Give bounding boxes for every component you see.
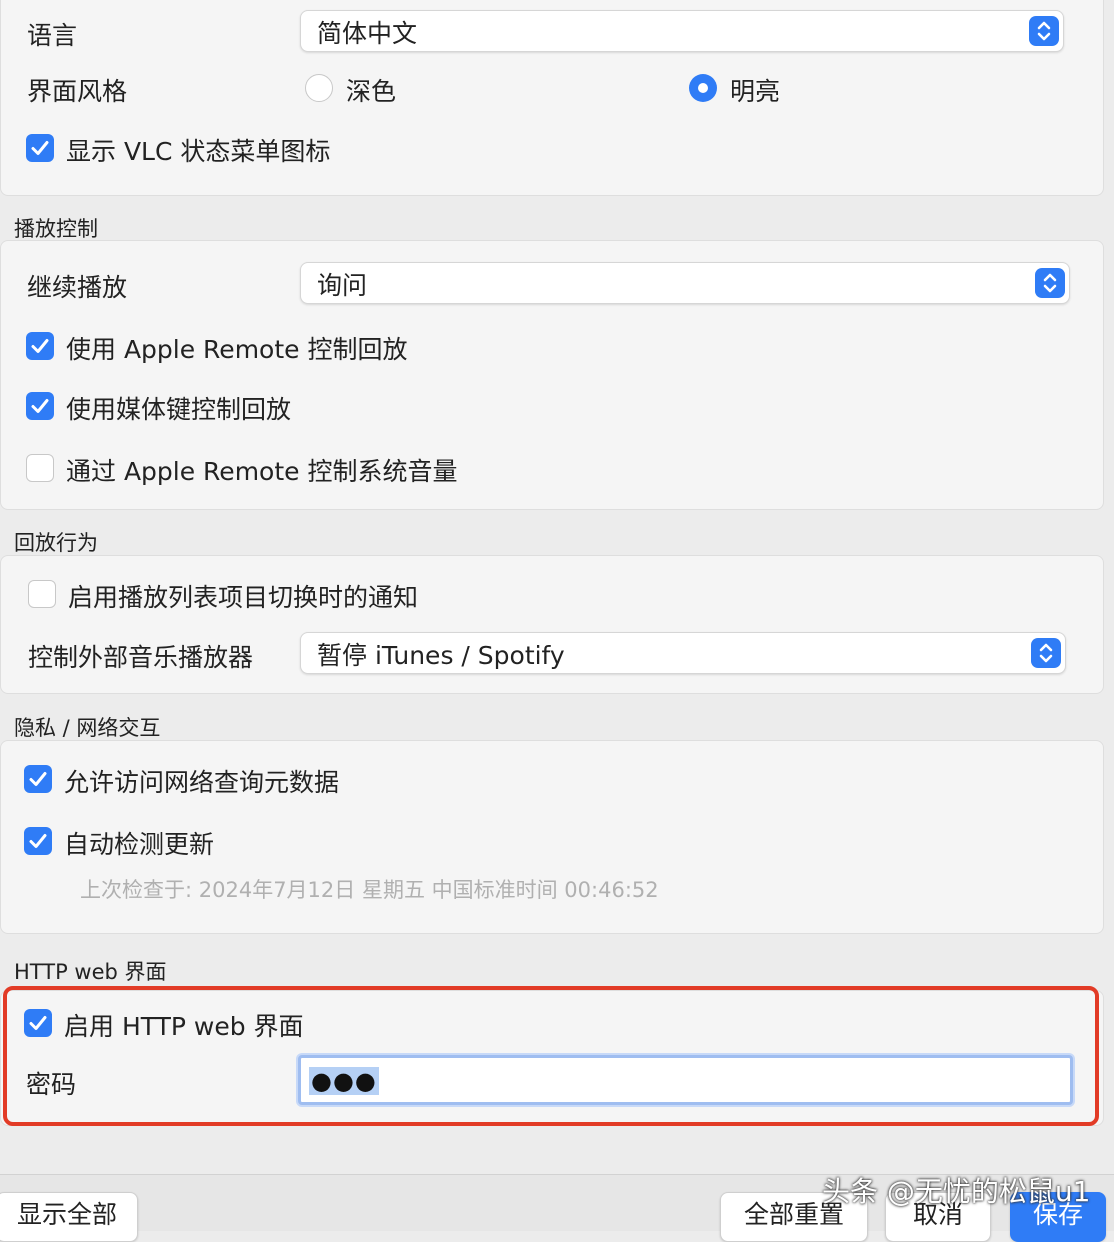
language-select-value: 简体中文 xyxy=(317,19,418,48)
chevron-updown-icon xyxy=(1031,638,1061,668)
show-all-button[interactable]: 显示全部 xyxy=(0,1192,138,1242)
section-title-playback-behavior: 回放行为 xyxy=(14,531,98,555)
section-title-privacy: 隐私 / 网络交互 xyxy=(14,716,161,740)
section-title-playback-control: 播放控制 xyxy=(14,217,98,241)
metadata-label: 允许访问网络查询元数据 xyxy=(64,768,340,797)
theme-radio-dark[interactable] xyxy=(305,74,333,102)
chevron-updown-icon xyxy=(1029,16,1059,46)
apple-remote-label: 使用 Apple Remote 控制回放 xyxy=(66,335,408,364)
theme-radio-light[interactable] xyxy=(689,74,717,102)
language-select[interactable]: 简体中文 xyxy=(300,10,1064,52)
notify-checkbox[interactable] xyxy=(28,580,56,608)
last-check-text: 上次检查于: 2024年7月12日 星期五 中国标准时间 00:46:52 xyxy=(80,878,659,902)
watermark-text: 头条 @无忧的松鼠u1 xyxy=(822,1175,1091,1208)
external-player-select-value: 暂停 iTunes / Spotify xyxy=(317,641,565,670)
chevron-updown-icon xyxy=(1035,268,1065,298)
apple-remote-checkbox[interactable] xyxy=(26,332,54,360)
theme-option-light-label: 明亮 xyxy=(730,77,781,106)
metadata-checkbox[interactable] xyxy=(24,765,52,793)
language-label: 语言 xyxy=(27,21,78,50)
media-keys-label: 使用媒体键控制回放 xyxy=(66,395,292,424)
resume-select[interactable]: 询问 xyxy=(300,262,1070,304)
external-player-label: 控制外部音乐播放器 xyxy=(28,643,254,672)
external-player-select[interactable]: 暂停 iTunes / Spotify xyxy=(300,632,1066,674)
show-status-icon-checkbox[interactable] xyxy=(26,134,54,162)
resume-label: 继续播放 xyxy=(27,273,128,302)
remote-volume-label: 通过 Apple Remote 控制系统音量 xyxy=(66,457,458,486)
highlight-annotation xyxy=(3,986,1099,1126)
media-keys-checkbox[interactable] xyxy=(26,392,54,420)
theme-label: 界面风格 xyxy=(27,77,128,106)
resume-select-value: 询问 xyxy=(317,271,368,300)
notify-label: 启用播放列表项目切换时的通知 xyxy=(68,583,419,612)
auto-update-label: 自动检测更新 xyxy=(64,830,215,859)
auto-update-checkbox[interactable] xyxy=(24,827,52,855)
remote-volume-checkbox[interactable] xyxy=(26,454,54,482)
section-title-http: HTTP web 界面 xyxy=(14,960,167,984)
show-status-icon-label: 显示 VLC 状态菜单图标 xyxy=(66,137,331,166)
theme-option-dark-label: 深色 xyxy=(346,77,397,106)
